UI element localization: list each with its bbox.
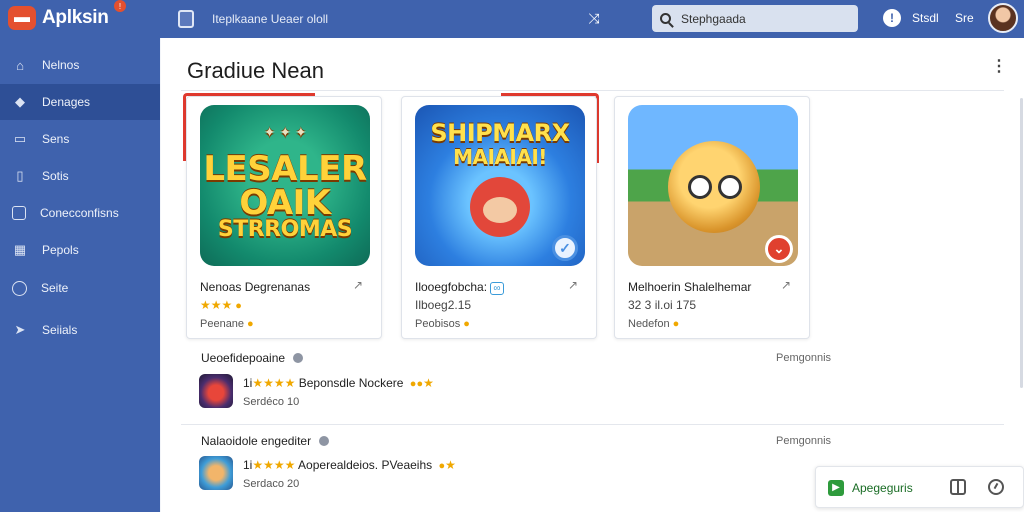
folder-icon: ▭	[13, 131, 27, 146]
character-face	[483, 197, 517, 223]
sidebar-item-label: Conecconfisns	[40, 206, 119, 220]
app-brand[interactable]: ▬ Aplksin	[8, 5, 109, 31]
app-name: Aplksin	[42, 7, 109, 28]
search-icon	[660, 13, 671, 24]
app-title: Nenoas Degrenanas	[200, 280, 311, 294]
success-icon: ▶	[828, 480, 844, 496]
divider	[181, 90, 1004, 91]
sidebar-item-label: Nelnos	[42, 58, 80, 72]
list-section: Ueoefidepoaine Pemgonnis	[201, 351, 831, 365]
share-icon[interactable]: ↗	[781, 278, 795, 292]
main-content: Gradiue Nean ⋮ ✦ ✦ ✦ LESALER OAIK STRROM…	[161, 38, 1024, 512]
grid-icon: ▦	[13, 242, 27, 257]
layout-icon[interactable]	[950, 479, 966, 495]
sidebar-item-seite[interactable]: Seite	[0, 270, 160, 306]
window-icon	[12, 206, 26, 220]
thumbnail-title: STRROMAS	[217, 217, 353, 242]
search-input[interactable]	[681, 11, 851, 26]
app-title: Ilooegfobcha: ∞	[415, 280, 504, 295]
section-meta[interactable]: Pemgonnis	[776, 352, 831, 364]
info-icon[interactable]: !	[883, 9, 901, 27]
breadcrumb-text: Iteplkaane Ueaer ololl	[212, 12, 329, 26]
tag-icon: ◆	[15, 94, 25, 109]
top-link-stsdl[interactable]: Stsdl	[912, 11, 939, 25]
character-eye	[718, 175, 742, 199]
device-icon: ▯	[16, 168, 24, 183]
list-item-subtitle: Serdaco 20	[243, 478, 300, 490]
sidebar-item-label: Pepols	[42, 243, 79, 257]
section-meta[interactable]: Pemgonnis	[776, 435, 831, 447]
app-thumbnail	[199, 374, 233, 408]
sidebar-item-conecconfisns[interactable]: Conecconfisns	[0, 195, 160, 231]
app-thumbnail	[199, 456, 233, 490]
info-dot-icon	[319, 436, 330, 446]
sidebar: ⌂ Nelnos ◆ Denages ▭ Sens ▯ Sotis Conecc…	[0, 38, 160, 512]
notification-badge: !	[114, 0, 126, 12]
shuffle-icon[interactable]: ⤨	[586, 10, 602, 26]
chevron-down-icon: ⌄	[765, 235, 793, 263]
share-icon[interactable]: ↗	[568, 278, 582, 292]
app-logo-icon: ▬	[8, 6, 36, 30]
scrollbar[interactable]	[1020, 98, 1023, 388]
breadcrumb[interactable]: Iteplkaane Ueaer ololl	[178, 7, 328, 31]
share-icon[interactable]: ↗	[353, 278, 367, 292]
link-icon: ∞	[490, 282, 504, 295]
app-thumbnail: SHIPMARX MAIAIAI! ✓	[415, 105, 585, 266]
app-title: Melhoerin Shalelhemar	[628, 280, 752, 294]
sidebar-item-label: Seiials	[42, 323, 78, 337]
list-item-title: 1i★★★★ Aoperealdeios. PVeaeihs ●★	[243, 458, 456, 472]
app-card[interactable]: SHIPMARX MAIAIAI! ✓ Ilooegfobcha: ∞ ↗ Il…	[401, 96, 597, 339]
sidebar-item-nelnos[interactable]: ⌂ Nelnos	[0, 47, 160, 83]
sidebar-item-pepols[interactable]: ▦ Pepols	[0, 232, 160, 268]
list-section: Nalaoidole engediter Pemgonnis	[201, 434, 831, 448]
app-thumbnail: ✦ ✦ ✦ LESALER OAIK STRROMAS	[200, 105, 370, 266]
thumbnail-title: SHIPMARX	[430, 119, 570, 147]
sidebar-item-label: Denages	[42, 95, 91, 109]
share-icon: ➤	[14, 322, 26, 337]
app-rating: Ilboeg2.15	[415, 298, 472, 312]
more-options-icon[interactable]: ⋮	[991, 58, 1007, 76]
app-card[interactable]: ⌄ Melhoerin Shalelhemar ↗ 32 3 il.oi 175…	[614, 96, 810, 339]
section-heading: Nalaoidole engediter	[201, 434, 801, 448]
sidebar-item-seiials[interactable]: ➤ Seiials	[0, 312, 160, 348]
search-bar[interactable]	[652, 5, 858, 32]
app-thumbnail: ⌄	[628, 105, 798, 266]
thumbnail-title: MAIAIAI!	[453, 145, 547, 169]
info-dot-icon	[293, 353, 304, 363]
sidebar-item-sotis[interactable]: ▯ Sotis	[0, 158, 160, 194]
list-item-title: 1i★★★★ Beponsdle Nockere ●●★	[243, 376, 434, 390]
app-subtitle: Nedefon ●	[628, 318, 680, 330]
top-link-sre[interactable]: Sre	[955, 11, 974, 25]
page-title: Gradiue Nean	[187, 58, 324, 83]
app-subtitle: Peenane ●	[200, 318, 254, 330]
clock-icon[interactable]	[988, 479, 1004, 495]
sidebar-item-label: Seite	[41, 281, 69, 295]
circle-icon	[12, 280, 27, 296]
page-icon	[178, 10, 194, 28]
app-subtitle: Peobisos ●	[415, 318, 470, 330]
app-card[interactable]: ✦ ✦ ✦ LESALER OAIK STRROMAS Nenoas Degre…	[186, 96, 382, 339]
home-icon: ⌂	[16, 57, 24, 73]
app-rating: ★★★ ●	[200, 298, 242, 312]
avatar[interactable]	[988, 3, 1018, 33]
character-figure	[668, 141, 760, 233]
check-icon: ✓	[552, 235, 578, 261]
sidebar-item-label: Sotis	[42, 169, 69, 183]
sidebar-item-label: Sens	[42, 132, 70, 146]
app-rating: 32 3 il.oi 175	[628, 298, 697, 312]
sidebar-item-sens[interactable]: ▭ Sens	[0, 121, 160, 157]
notification-toast[interactable]: ▶ Apegeguris	[815, 466, 1024, 508]
sidebar-item-denages[interactable]: ◆ Denages	[0, 84, 160, 120]
section-heading: Ueoefidepoaine	[201, 351, 801, 365]
top-bar: ▬ Aplksin ! Iteplkaane Ueaer ololl ⤨ ! S…	[0, 0, 1024, 38]
divider	[181, 424, 1004, 425]
list-item-subtitle: Serdéco 10	[243, 396, 300, 408]
character-eye	[688, 175, 712, 199]
toast-label: Apegeguris	[852, 481, 913, 495]
